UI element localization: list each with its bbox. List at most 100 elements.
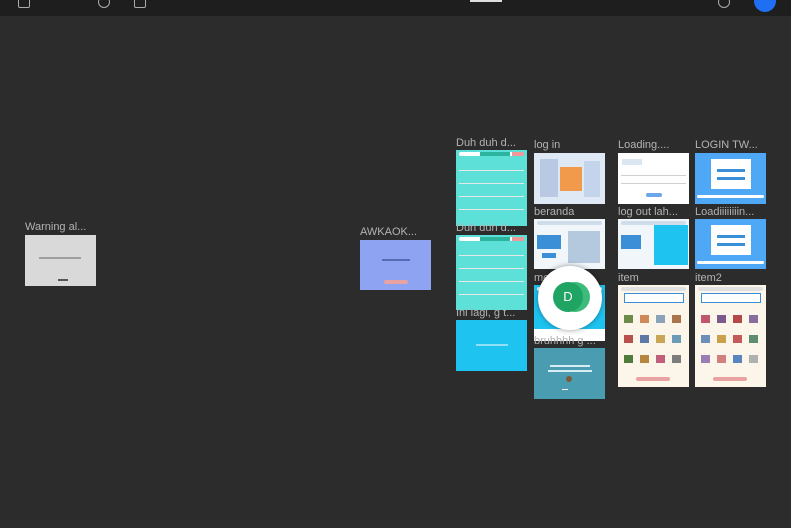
list-line [459,255,524,256]
login-card [560,167,582,191]
illustration-right [584,161,600,197]
frame-label[interactable]: log out lah... [618,206,690,218]
menu-icon[interactable] [18,0,30,8]
checkout-button [713,377,747,381]
frame-awkaok[interactable] [360,240,431,290]
checkout-button [636,377,670,381]
list-line [459,170,524,171]
hero-image [568,231,600,263]
list-line [459,209,524,210]
comment-icon[interactable] [134,0,146,8]
login-button [697,195,764,198]
product-tile [672,315,681,323]
frame-label[interactable]: Loading.... [618,139,690,151]
frame-loading[interactable] [618,153,689,204]
product-tile [749,355,758,363]
frame-label[interactable]: bruhhhh g ... [534,335,606,347]
frame-label[interactable]: item [618,272,690,284]
frame-loadiiiin[interactable] [695,219,766,269]
product-tile [640,315,649,323]
nav-bar [621,287,686,291]
frame-item[interactable] [618,285,689,387]
nav-bar [698,287,763,291]
product-tile [749,335,758,343]
product-tile [717,335,726,343]
product-tile [733,355,742,363]
frame-ini-lagi[interactable] [456,320,527,371]
list-line [459,196,524,197]
product-tile [749,315,758,323]
ok-button [58,279,68,281]
nav-bar [537,221,602,225]
product-tile [672,355,681,363]
frame-log-out[interactable] [618,219,689,269]
tab-close [512,152,524,156]
product-tile [701,355,710,363]
product-tile [656,335,665,343]
illustration-left [540,159,558,197]
history-icon[interactable] [98,0,110,8]
product-tile [672,335,681,343]
login-card [711,159,751,189]
presence-avatar[interactable]: D [553,282,583,312]
frame-label[interactable]: AWKAOK... [360,226,432,238]
frame-item2[interactable] [695,285,766,387]
frame-duh-2[interactable] [456,235,527,310]
frame-beranda[interactable] [534,219,605,269]
message-line [550,365,590,367]
product-tile [624,335,633,343]
frame-login-tw[interactable] [695,153,766,204]
product-tile [624,355,633,363]
cta-button [542,253,556,258]
input-field [717,169,745,172]
login-button [646,193,662,197]
list-line [459,183,524,184]
product-tile [640,355,649,363]
market-title [537,235,561,249]
warning-text [39,257,81,259]
banner [701,293,761,303]
list-line [459,268,524,269]
market-title [621,235,641,249]
share-icon[interactable] [718,0,730,8]
product-tile [717,355,726,363]
frame-label[interactable]: log in [534,139,606,151]
zoom-indicator[interactable] [470,0,502,2]
link [562,389,568,390]
product-tile [733,315,742,323]
banner [624,293,684,303]
list-line [459,281,524,282]
frame-warning[interactable] [25,235,96,286]
frame-label[interactable]: beranda [534,206,606,218]
frame-label[interactable]: item2 [695,272,767,284]
product-tile [701,315,710,323]
input-field [717,235,745,238]
product-tile [701,335,710,343]
tab-close [512,237,524,241]
frame-log-in[interactable] [534,153,605,204]
product-tile [640,335,649,343]
frame-label[interactable]: Ini lagi, g t... [456,307,528,319]
dialog-text [382,259,410,261]
login-card [711,225,751,255]
input-line [621,183,686,184]
frame-label[interactable]: Loadiiiiiiiin... [695,206,767,218]
frame-label[interactable]: Duh duh d... [456,222,528,234]
frame-label[interactable]: Duh duh d... [456,137,528,149]
product-tile [656,315,665,323]
frame-label[interactable]: Warning al... [25,221,97,233]
user-avatar[interactable] [754,0,776,12]
product-tile [717,315,726,323]
input-field [717,177,745,180]
product-tile [624,315,633,323]
list-line [459,294,524,295]
logo [622,159,642,165]
message-text [476,344,508,346]
dialog-button [384,280,408,284]
frame-bruhhhh[interactable] [534,348,605,399]
input-line [621,175,686,176]
message-line [548,370,592,372]
product-tile [656,355,665,363]
frame-label[interactable]: LOGIN TW... [695,139,767,151]
frame-duh-1[interactable] [456,150,527,226]
